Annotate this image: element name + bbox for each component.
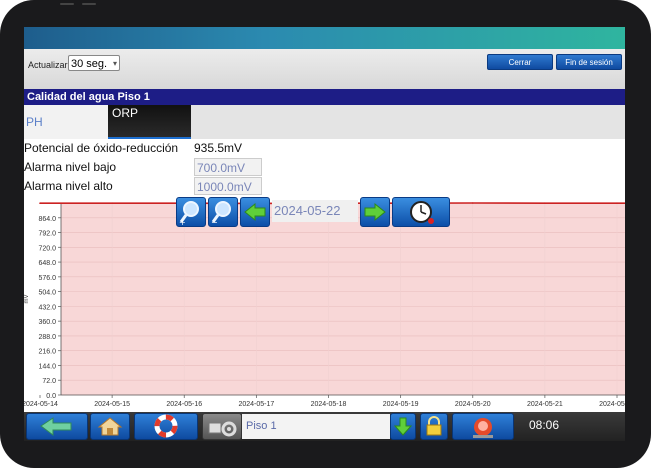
tab-bar: PH ORP xyxy=(24,105,625,139)
low-alarm-label: Alarma nivel bajo xyxy=(24,160,117,174)
series-point xyxy=(111,202,113,205)
high-alarm-row: Alarma nivel alto 1000.0mV xyxy=(24,177,625,197)
refresh-label: Actualizar xyxy=(28,60,68,70)
chart-date: 2024-05-22 xyxy=(272,200,358,222)
bottom-nav: Piso 1 08:06 xyxy=(24,412,625,441)
settings-button[interactable] xyxy=(202,413,242,440)
back-arrow-icon xyxy=(40,417,72,436)
x-tick-label: 2024-05-21 xyxy=(527,401,563,408)
next-day-button[interactable] xyxy=(360,197,390,227)
arrow-left-icon xyxy=(244,202,266,222)
y-tick-label: 720.0 xyxy=(38,245,56,252)
location-field[interactable]: Piso 1 xyxy=(242,414,390,439)
zoom-out-icon: − xyxy=(211,201,231,227)
orp-trend-chart: 0.0 72.0 144.0 216.0 288.0 360.0 432.0 504.0 576… xyxy=(24,197,625,412)
close-button[interactable]: Cerrar xyxy=(487,54,553,70)
clock-icon xyxy=(410,201,434,224)
panel-title: Calidad del agua Piso 1 xyxy=(24,89,625,105)
zoom-in-icon: + xyxy=(179,201,199,227)
arrow-right-icon xyxy=(364,202,386,222)
select-time-button[interactable] xyxy=(392,197,450,227)
screen: Actualizar 30 seg. ▾ Cerrar Fin de sesió… xyxy=(24,27,625,441)
y-tick-label: 360.0 xyxy=(38,319,56,326)
alarm-button[interactable] xyxy=(452,413,514,440)
x-tick-label: 2024-05-16 xyxy=(166,401,202,408)
y-tick-label: 144.0 xyxy=(38,363,56,370)
logout-button[interactable]: Fin de sesión xyxy=(556,54,622,70)
x-tick-label: 2024-05-17 xyxy=(238,401,274,408)
x-tick-label: 2024-05-19 xyxy=(383,401,419,408)
y-tick-label: 216.0 xyxy=(38,349,56,356)
camera-dot xyxy=(60,3,74,5)
zoom-out-button[interactable]: − xyxy=(208,197,238,227)
high-alarm-label: Alarma nivel alto xyxy=(24,179,113,193)
home-icon xyxy=(97,417,123,436)
high-alarm-input[interactable]: 1000.0mV xyxy=(194,177,262,195)
refresh-interval-select[interactable]: 30 seg. ▾ xyxy=(68,55,120,71)
y-tick-label: 648.0 xyxy=(38,260,56,267)
chart-area-fill xyxy=(40,203,625,395)
y-tick-label: 72.0 xyxy=(42,378,56,385)
lock-button[interactable] xyxy=(420,413,448,440)
zoom-in-button[interactable]: + xyxy=(176,197,206,227)
y-tick-label: 432.0 xyxy=(38,304,56,311)
y-tick-label: 288.0 xyxy=(38,334,56,341)
low-alarm-row: Alarma nivel bajo 700.0mV xyxy=(24,158,625,178)
orp-value: 935.5mV xyxy=(194,141,243,155)
lifebuoy-icon xyxy=(154,414,178,438)
low-alarm-input[interactable]: 700.0mV xyxy=(194,158,262,176)
x-tick-label: 2024-05-18 xyxy=(311,401,347,408)
orp-row: Potencial de óxido-reducción 935.5mV xyxy=(24,139,625,159)
x-tick-label: 2024-05-15 xyxy=(94,401,130,408)
y-tick-label: 504.0 xyxy=(38,290,56,297)
back-button[interactable] xyxy=(26,413,88,440)
svg-text:−: − xyxy=(211,218,218,226)
arrow-down-icon xyxy=(393,417,413,436)
help-button[interactable] xyxy=(134,413,198,440)
svg-text:+: + xyxy=(179,218,186,226)
alarm-light-icon xyxy=(473,418,493,438)
series-point xyxy=(471,202,474,204)
lock-icon xyxy=(426,416,442,436)
y-tick-label: 864.0 xyxy=(38,216,56,223)
header-banner xyxy=(24,27,625,49)
scroll-down-button[interactable] xyxy=(390,413,416,440)
series-point xyxy=(544,202,546,205)
home-button[interactable] xyxy=(90,413,130,440)
orp-label: Potencial de óxido-reducción xyxy=(24,141,179,155)
refresh-interval-value: 30 seg. xyxy=(71,58,108,70)
y-axis-label: mV xyxy=(24,295,30,304)
series-point xyxy=(39,202,41,205)
series-point xyxy=(616,202,618,205)
tab-orp[interactable]: ORP xyxy=(108,105,191,139)
y-tick-label: 792.0 xyxy=(38,231,56,238)
y-tick-label: 0.0 xyxy=(46,393,56,400)
gear-icon xyxy=(208,421,237,437)
chevron-down-icon: ▾ xyxy=(112,59,117,68)
clock-time: 08:06 xyxy=(529,418,560,432)
tab-ph[interactable]: PH xyxy=(24,105,108,139)
sensor-dot xyxy=(82,3,96,5)
previous-day-button[interactable] xyxy=(240,197,270,227)
y-tick-label: 576.0 xyxy=(38,275,56,282)
x-tick-label: 2024-05-22 xyxy=(599,401,625,408)
x-tick-label: 2024-05-14 xyxy=(24,401,58,408)
x-tick-label: 2024-05-20 xyxy=(455,401,491,408)
